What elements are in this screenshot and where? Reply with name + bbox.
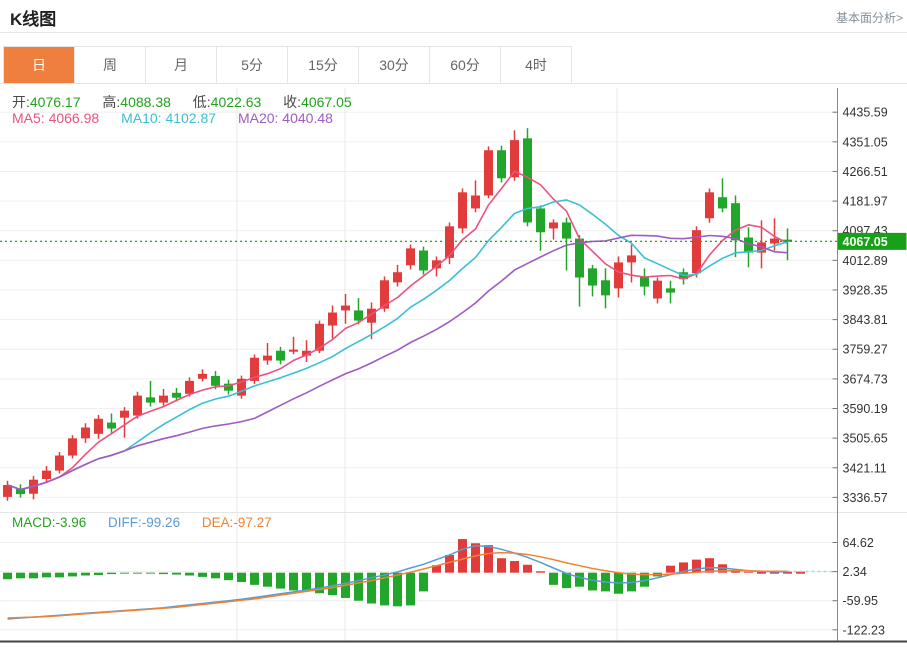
candle-body xyxy=(159,396,168,403)
candle-body xyxy=(146,397,155,402)
candle-body xyxy=(81,427,90,438)
candles-layer xyxy=(3,128,792,501)
ma10-label: MA10: xyxy=(121,110,161,126)
candle-body xyxy=(601,280,610,295)
macd-legend: MACD:-3.96 DIFF:-99.26 DEA:-97.27 xyxy=(12,515,290,530)
candle-body xyxy=(445,226,454,258)
dea-value: -97.27 xyxy=(233,515,271,530)
candle-body xyxy=(185,381,194,394)
open-label: 开: xyxy=(12,94,30,110)
candle-body xyxy=(705,192,714,218)
axis-tick-label: 3590.19 xyxy=(843,402,888,416)
macd-value: -3.96 xyxy=(56,515,87,530)
axis-tick-label: 4266.51 xyxy=(843,165,888,179)
candle-body xyxy=(276,351,285,361)
close-value: 4067.05 xyxy=(301,94,352,110)
ma20-value: 4040.48 xyxy=(282,110,333,126)
candle-body xyxy=(107,423,116,429)
candle-body xyxy=(497,150,506,178)
high-label: 高: xyxy=(102,94,120,110)
candle-body xyxy=(211,376,220,386)
high-value: 4088.38 xyxy=(120,94,171,110)
candle-body xyxy=(575,239,584,278)
ma20-label: MA20: xyxy=(238,110,278,126)
axis-tick-label: 3336.57 xyxy=(843,491,888,505)
diff-label: DIFF: xyxy=(108,515,142,530)
candle-body xyxy=(536,208,545,232)
candle-body xyxy=(133,396,142,416)
ma5-value: 4066.98 xyxy=(49,110,100,126)
ohlc-legend: 开:4076.17 高:4088.38 低:4022.63 收:4067.05 xyxy=(12,92,370,112)
candle-body xyxy=(588,268,597,285)
axis-tick-label: -59.95 xyxy=(843,594,878,608)
candle-body xyxy=(55,456,64,471)
dea-label: DEA: xyxy=(202,515,234,530)
candle-body xyxy=(120,411,129,418)
candle-body xyxy=(653,281,662,299)
ma5-label: MA5: xyxy=(12,110,45,126)
open-value: 4076.17 xyxy=(30,94,81,110)
candle-body xyxy=(341,306,350,311)
ma5-line xyxy=(8,171,788,489)
axis-tick-label: 4435.59 xyxy=(843,106,888,120)
candle-body xyxy=(458,192,467,228)
candle-body xyxy=(172,393,181,398)
candle-body xyxy=(562,222,571,238)
candle-body xyxy=(419,250,428,270)
diff-value: -99.26 xyxy=(142,515,180,530)
candle-body xyxy=(42,471,51,479)
candle-body xyxy=(549,222,558,228)
low-label: 低: xyxy=(193,94,211,110)
candle-body xyxy=(328,313,337,326)
ma10-value: 4102.87 xyxy=(165,110,216,126)
axis-tick-label: 3421.11 xyxy=(843,461,887,475)
axis-tick-label: 3843.81 xyxy=(843,313,888,327)
axis-tick-label: 4181.97 xyxy=(843,195,888,209)
candle-body xyxy=(484,150,493,195)
candle-body xyxy=(354,310,363,320)
axis-tick-label: 4351.05 xyxy=(843,135,888,149)
close-label: 收: xyxy=(283,94,301,110)
axis-tick-label: 3505.65 xyxy=(843,432,888,446)
candle-body xyxy=(68,438,77,455)
axis-tick-label: -122.23 xyxy=(843,623,885,637)
ma-legend: MA5: 4066.98 MA10: 4102.87 MA20: 4040.48 xyxy=(12,110,351,126)
candle-body xyxy=(666,288,675,292)
macd-label: MACD: xyxy=(12,515,56,530)
axis-tick-label: 3759.27 xyxy=(843,343,888,357)
candle-body xyxy=(731,203,740,240)
axis-tick-label: 3928.35 xyxy=(843,283,888,297)
candle-body xyxy=(289,350,298,352)
kline-page: K线图 基本面分析> 日 周 月 5分 15分 30分 60分 4时 4435.… xyxy=(0,0,907,646)
axis-tick-label: 3674.73 xyxy=(843,372,888,386)
axis-tick-label: 4012.89 xyxy=(843,254,888,268)
candle-body xyxy=(471,195,480,208)
candle-body xyxy=(640,276,649,286)
candle-body xyxy=(406,248,415,265)
axis-tick-label: 64.62 xyxy=(843,536,874,550)
candle-body xyxy=(94,419,103,434)
candle-body xyxy=(718,197,727,208)
candle-body xyxy=(627,255,636,262)
candle-body xyxy=(263,356,272,361)
axis-tick-label: 2.34 xyxy=(843,565,867,579)
ma10-line xyxy=(8,200,788,490)
low-value: 4022.63 xyxy=(211,94,262,110)
candle-body xyxy=(198,374,207,379)
price-badge: 4067.05 xyxy=(838,233,907,250)
candle-body xyxy=(614,262,623,288)
price-badge-label: 4067.05 xyxy=(843,235,888,249)
candle-body xyxy=(393,272,402,282)
